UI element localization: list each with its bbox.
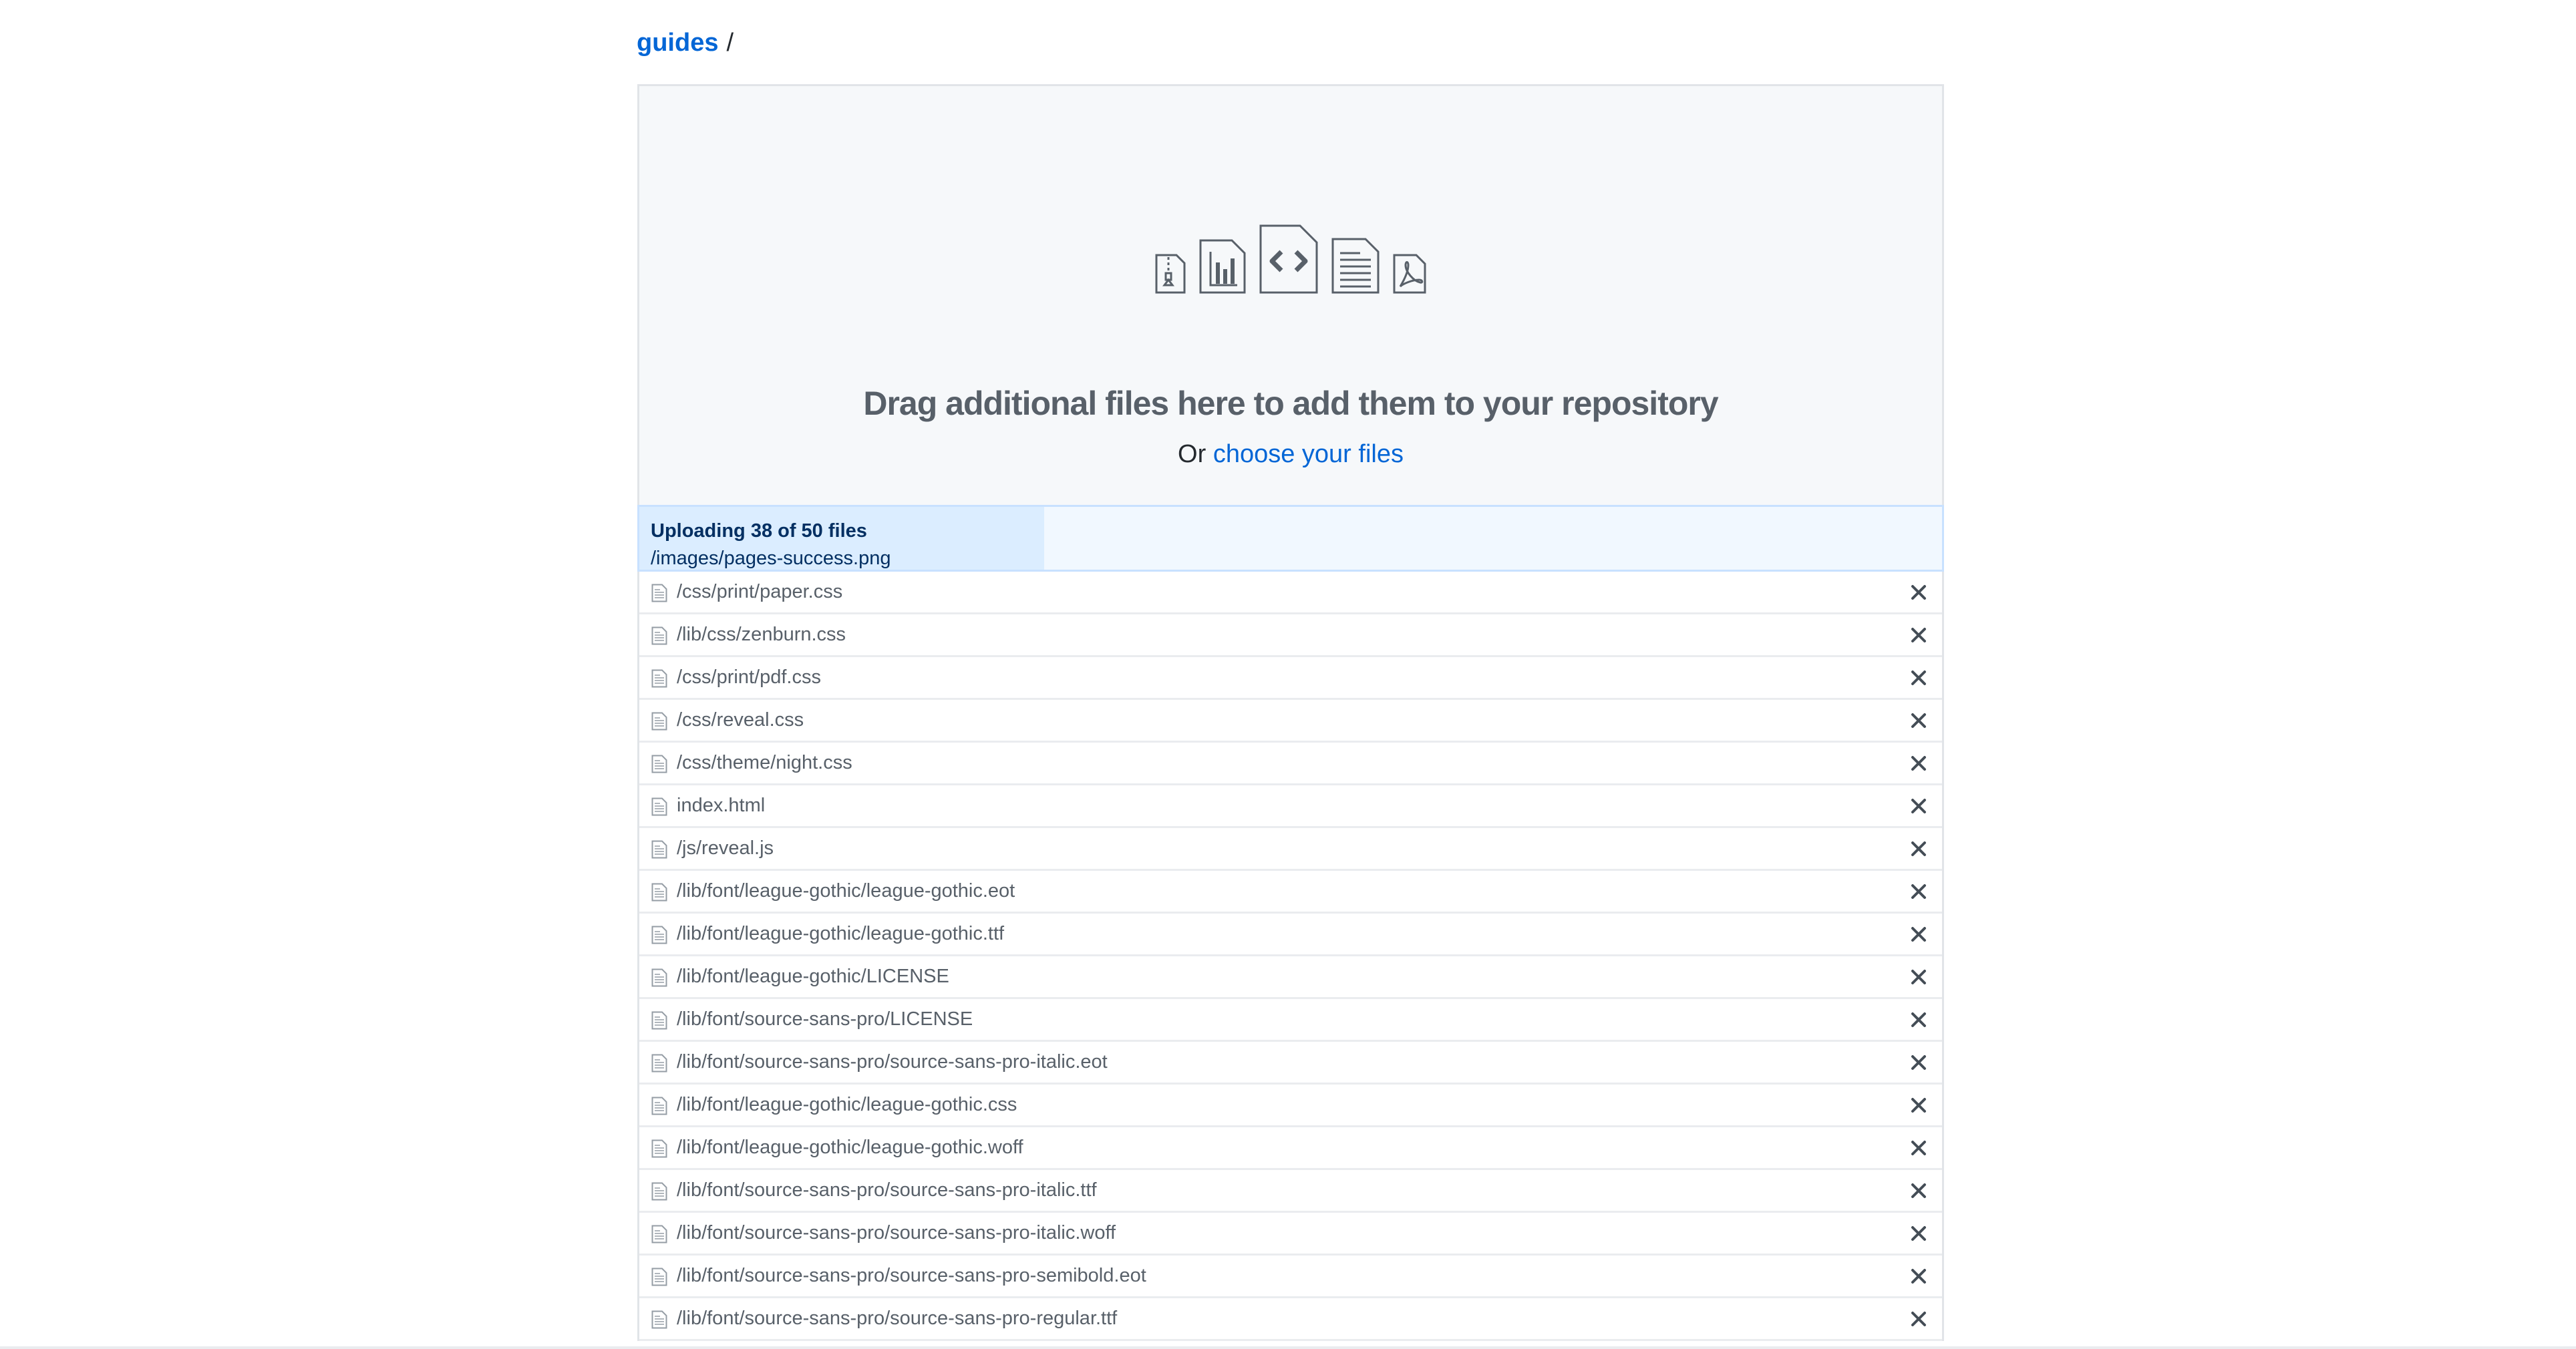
file-pdf-icon	[1393, 254, 1426, 294]
close-icon[interactable]	[1910, 840, 1927, 857]
drop-zone-prefix: Or	[1178, 440, 1206, 468]
file-row: /lib/font/league-gothic/LICENSE	[639, 956, 1942, 999]
close-icon[interactable]	[1910, 797, 1927, 815]
file-row: /lib/font/source-sans-pro/source-sans-pr…	[639, 1256, 1942, 1298]
file-type-icons	[639, 220, 1942, 295]
file-row: /lib/font/league-gothic/league-gothic.eo…	[639, 871, 1942, 914]
file-text-icon	[651, 755, 667, 773]
file-row: /css/print/paper.css	[639, 572, 1942, 614]
file-text-icon	[651, 1097, 667, 1115]
file-row: /lib/font/source-sans-pro/source-sans-pr…	[639, 1298, 1942, 1341]
file-name: /css/print/paper.css	[677, 581, 843, 602]
close-icon[interactable]	[1910, 584, 1927, 601]
file-name: /js/reveal.js	[677, 837, 774, 859]
upload-files-page: guides / Drag additional files here to a…	[0, 0, 2576, 1349]
breadcrumb-separator: /	[726, 29, 734, 57]
file-name: /lib/font/league-gothic/LICENSE	[677, 966, 949, 987]
file-name: /lib/font/league-gothic/league-gothic.tt…	[677, 923, 1005, 944]
file-row: /lib/font/league-gothic/league-gothic.wo…	[639, 1127, 1942, 1170]
file-list: /css/print/paper.css/lib/css/zenburn.css…	[637, 572, 1944, 1341]
file-text-icon	[651, 968, 667, 987]
file-name: /lib/font/source-sans-pro/source-sans-pr…	[677, 1265, 1146, 1286]
file-row: /css/theme/night.css	[639, 743, 1942, 785]
breadcrumb-repo-link[interactable]: guides	[637, 29, 718, 57]
close-icon[interactable]	[1910, 926, 1927, 943]
close-icon[interactable]	[1910, 1054, 1927, 1071]
file-row: /lib/font/league-gothic/league-gothic.tt…	[639, 914, 1942, 956]
file-text-icon	[651, 669, 667, 688]
file-text-icon	[651, 1139, 667, 1158]
close-icon[interactable]	[1910, 755, 1927, 772]
file-name: /lib/font/source-sans-pro/source-sans-pr…	[677, 1051, 1108, 1073]
file-name: /css/theme/night.css	[677, 752, 852, 773]
file-text-icon	[651, 1310, 667, 1329]
file-name: index.html	[677, 795, 766, 816]
choose-files-link[interactable]: choose your files	[1213, 440, 1404, 468]
file-text-icon	[651, 584, 667, 602]
file-row: /js/reveal.js	[639, 828, 1942, 871]
upload-progress: Uploading 38 of 50 files /images/pages-s…	[637, 505, 1944, 572]
upload-current-file: /images/pages-success.png	[651, 548, 891, 569]
file-name: /css/print/pdf.css	[677, 666, 821, 688]
file-name: /css/reveal.css	[677, 709, 804, 731]
file-text-icon	[651, 1011, 667, 1030]
close-icon[interactable]	[1910, 626, 1927, 644]
close-icon[interactable]	[1910, 1182, 1927, 1199]
file-row: /lib/css/zenburn.css	[639, 614, 1942, 657]
file-name: /lib/font/source-sans-pro/source-sans-pr…	[677, 1222, 1116, 1243]
file-name: /lib/font/source-sans-pro/LICENSE	[677, 1008, 973, 1030]
drop-zone-subtitle: Or choose your files	[639, 440, 1942, 469]
file-text-icon	[651, 1268, 667, 1286]
close-icon[interactable]	[1910, 1097, 1927, 1114]
file-text-icon	[651, 797, 667, 816]
file-row: /css/print/pdf.css	[639, 657, 1942, 700]
file-name: /lib/font/source-sans-pro/source-sans-pr…	[677, 1179, 1097, 1201]
file-row: /lib/font/source-sans-pro/LICENSE	[639, 999, 1942, 1042]
close-icon[interactable]	[1910, 883, 1927, 900]
file-text-icon	[651, 840, 667, 859]
close-icon[interactable]	[1910, 1310, 1927, 1328]
file-code-icon	[1259, 224, 1318, 294]
file-row: /lib/font/league-gothic/league-gothic.cs…	[639, 1085, 1942, 1127]
file-row: /lib/font/source-sans-pro/source-sans-pr…	[639, 1213, 1942, 1256]
file-text-icon	[651, 1054, 667, 1073]
page-divider	[0, 1346, 2576, 1349]
file-drop-zone[interactable]: Drag additional files here to add them t…	[637, 84, 1944, 505]
close-icon[interactable]	[1910, 1225, 1927, 1242]
breadcrumb: guides /	[637, 27, 734, 59]
file-name: /lib/font/league-gothic/league-gothic.cs…	[677, 1094, 1017, 1115]
close-icon[interactable]	[1910, 712, 1927, 729]
file-name: /lib/css/zenburn.css	[677, 624, 846, 645]
upload-status: Uploading 38 of 50 files	[651, 520, 867, 542]
file-row: /css/reveal.css	[639, 700, 1942, 743]
file-text-icon	[651, 926, 667, 944]
close-icon[interactable]	[1910, 669, 1927, 687]
upload-progress-text: Uploading 38 of 50 files /images/pages-s…	[651, 518, 891, 570]
file-text-icon	[651, 883, 667, 902]
file-row: /lib/font/source-sans-pro/source-sans-pr…	[639, 1170, 1942, 1213]
file-name: /lib/font/source-sans-pro/source-sans-pr…	[677, 1308, 1118, 1329]
file-row: /lib/font/source-sans-pro/source-sans-pr…	[639, 1042, 1942, 1085]
file-row: index.html	[639, 785, 1942, 828]
file-text-icon	[651, 626, 667, 645]
file-name: /lib/font/league-gothic/league-gothic.wo…	[677, 1137, 1023, 1158]
file-zip-icon	[1155, 254, 1186, 294]
file-chart-icon	[1199, 239, 1246, 294]
file-text-icon	[651, 712, 667, 731]
close-icon[interactable]	[1910, 968, 1927, 986]
drop-zone-title: Drag additional files here to add them t…	[863, 385, 1718, 422]
file-text-icon	[651, 1225, 667, 1243]
close-icon[interactable]	[1910, 1139, 1927, 1157]
file-text-icon	[651, 1182, 667, 1201]
file-name: /lib/font/league-gothic/league-gothic.eo…	[677, 880, 1015, 902]
file-text-icon	[1331, 238, 1380, 294]
close-icon[interactable]	[1910, 1268, 1927, 1285]
close-icon[interactable]	[1910, 1011, 1927, 1028]
